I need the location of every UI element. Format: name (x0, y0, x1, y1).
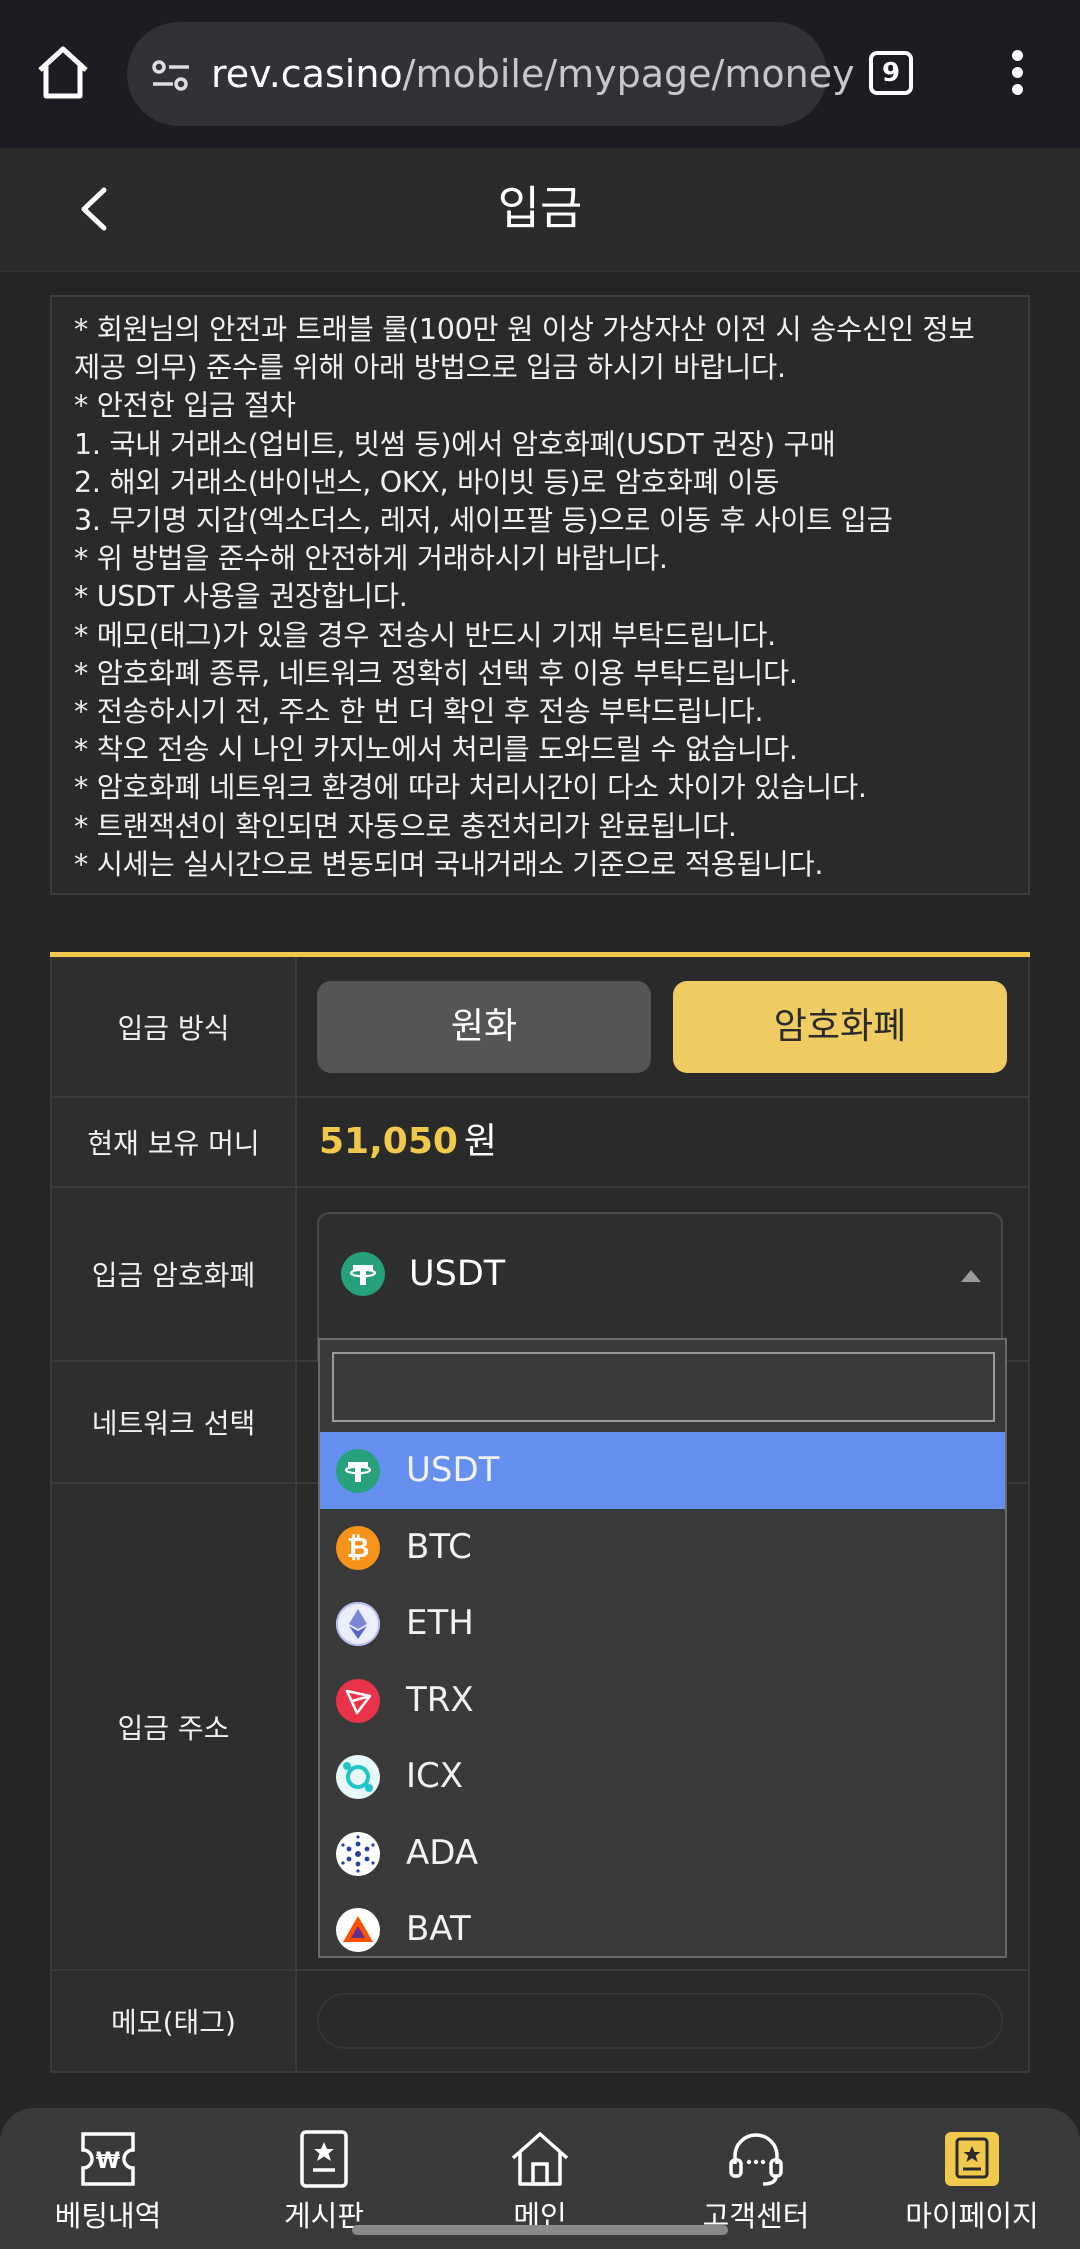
notice-line: * 위 방법을 준수해 안전하게 거래하시기 바랍니다. (74, 542, 668, 576)
browser-home-icon[interactable] (30, 40, 96, 106)
notice-line: * 회원님의 안전과 트래블 룰(100만 원 이상 가상자산 이전 시 송수신… (74, 313, 975, 346)
coin-select-value: USDT (409, 1254, 506, 1294)
coin-option-eth[interactable]: ETH (320, 1585, 1005, 1662)
notice-line: * USDT 사용을 권장합니다. (74, 580, 408, 614)
coin-option-label: TRX (406, 1679, 474, 1720)
tab-switcher-button[interactable]: 9 (869, 51, 913, 95)
board-icon (300, 2130, 348, 2188)
coin-option-label: USDT (406, 1450, 500, 1490)
notice-line: 2. 해외 거래소(바이낸스, OKX, 바이빗 등)로 암호화폐 이동 (74, 465, 780, 499)
mypage-icon (945, 2132, 999, 2186)
balance-unit: 원 (463, 1121, 498, 1162)
notice-line: 3. 무기명 지갑(엑소더스, 레저, 세이프팔 등)으로 이동 후 사이트 입… (74, 504, 893, 538)
icx-icon (336, 1755, 380, 1799)
memo-label: 메모(태그) (52, 1971, 297, 2071)
network-label: 네트워크 선택 (52, 1362, 297, 1482)
notice-line: * 시세는 실시간으로 변동되며 국내거래소 기준으로 적용됩니다. (74, 847, 824, 881)
usdt-icon (341, 1252, 385, 1296)
coin-option-btc[interactable]: ₿ BTC (320, 1509, 1005, 1586)
eth-icon (336, 1602, 380, 1646)
deposit-method-label: 입금 방식 (52, 957, 297, 1096)
notice-line: 제공 의무) 준수를 위해 아래 방법으로 입금 하시기 바랍니다. (74, 351, 786, 385)
coin-option-label: BTC (406, 1526, 472, 1567)
coin-option-list: USDT ₿ BTC ETH TRX ICX ADA BAT (320, 1432, 1005, 1956)
balance-label: 현재 보유 머니 (52, 1098, 297, 1186)
betting-ticket-icon: ₩ (81, 2132, 135, 2186)
coin-option-usdt[interactable]: USDT (320, 1432, 1005, 1509)
coin-option-label: ICX (406, 1756, 464, 1796)
btc-icon: ₿ (336, 1525, 380, 1570)
ada-icon (336, 1831, 380, 1876)
coin-select-label: 입금 암호화폐 (52, 1188, 297, 1360)
url-host: rev.casino (211, 52, 403, 96)
notice-line: 1. 국내 거래소(업비트, 빗썸 등)에서 암호화폐(USDT 권장) 구매 (74, 427, 836, 461)
notice-line: * 안전한 입금 절차 (74, 389, 296, 423)
method-krw-button[interactable]: 원화 (317, 981, 651, 1073)
headset-icon (729, 2133, 783, 2186)
deposit-notice: * 회원님의 안전과 트래블 룰(100만 원 이상 가상자산 이전 시 송수신… (50, 295, 1030, 895)
nav-item-betting[interactable]: ₩ 베팅내역 (0, 2108, 216, 2249)
notice-line: * 트랜잭션이 확인되면 자동으로 충전처리가 완료됩니다. (74, 809, 737, 843)
coin-option-label: ETH (406, 1603, 474, 1643)
notice-line: * 착오 전송 시 나인 카지노에서 처리를 도와드릴 수 없습니다. (74, 733, 798, 767)
site-settings-icon[interactable] (149, 54, 193, 98)
trx-icon (336, 1678, 380, 1723)
coin-dropdown: USDT ₿ BTC ETH TRX ICX ADA BAT (318, 1338, 1007, 1958)
svg-text:₩: ₩ (96, 2149, 120, 2174)
coin-search-input[interactable] (332, 1352, 995, 1422)
coin-option-ada[interactable]: ADA (320, 1815, 1005, 1892)
method-crypto-button[interactable]: 암호화폐 (673, 981, 1007, 1073)
nav-item-mypage[interactable]: 마이페이지 (864, 2108, 1080, 2249)
page-header: 입금 (0, 148, 1080, 272)
home-icon (511, 2132, 569, 2186)
balance-amount: 51,050 (319, 1121, 458, 1162)
balance-value: 51,050 원 (319, 1118, 497, 1166)
coin-option-icx[interactable]: ICX (320, 1738, 1005, 1815)
coin-select-row: 입금 암호화폐 USDT (50, 1188, 1030, 1362)
coin-option-label: BAT (406, 1909, 471, 1949)
nav-label: 베팅내역 (54, 2199, 162, 2233)
browser-toolbar: rev.casino/mobile/mypage/money 9 (0, 0, 1080, 148)
gesture-handle[interactable] (352, 2225, 728, 2235)
coin-option-label: ADA (406, 1832, 479, 1873)
memo-input[interactable] (317, 1993, 1003, 2049)
balance-row: 현재 보유 머니 51,050 원 (50, 1098, 1030, 1188)
bat-icon (336, 1908, 380, 1952)
notice-line: * 메모(태그)가 있을 경우 전송시 반드시 기재 부탁드립니다. (74, 618, 776, 652)
screen: { "browser": { "url_host": "rev.casino",… (0, 0, 1080, 2249)
notice-line: * 암호화폐 네트워크 환경에 따라 처리시간이 다소 차이가 있습니다. (74, 771, 867, 805)
memo-row: 메모(태그) (50, 1971, 1030, 2073)
browser-menu-icon[interactable] (1003, 50, 1031, 98)
deposit-method-row: 입금 방식 원화 암호화폐 (50, 957, 1030, 1098)
page-title: 입금 (497, 181, 583, 235)
notice-line: * 전송하시기 전, 주소 한 번 더 확인 후 전송 부탁드립니다. (74, 695, 764, 729)
usdt-icon (336, 1449, 380, 1493)
address-label: 입금 주소 (52, 1484, 297, 1969)
url-text: rev.casino/mobile/mypage/money (211, 52, 855, 96)
coin-option-trx[interactable]: TRX (320, 1662, 1005, 1739)
address-bar[interactable]: rev.casino/mobile/mypage/money (127, 22, 855, 126)
coin-option-bat[interactable]: BAT (320, 1891, 1005, 1956)
url-path: /mobile/mypage/money (402, 52, 855, 96)
nav-label: 마이페이지 (905, 2199, 1039, 2233)
notice-line: * 암호화폐 종류, 네트워크 정확히 선택 후 이용 부탁드립니다. (74, 656, 798, 690)
caret-up-icon (961, 1270, 981, 1282)
